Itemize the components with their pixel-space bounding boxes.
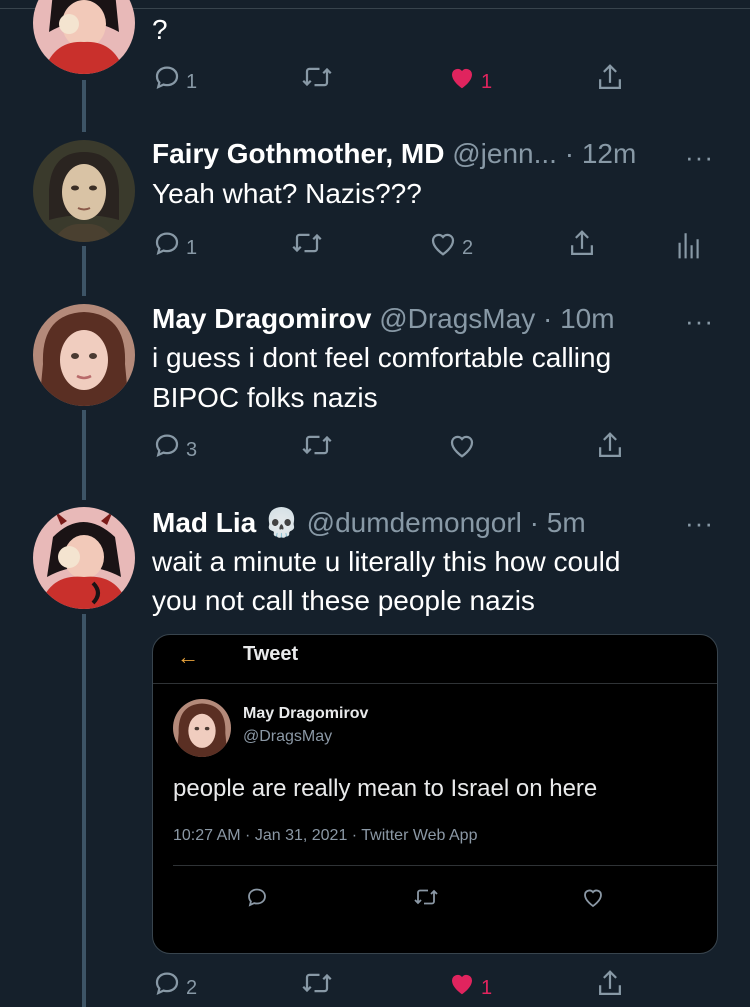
embedded-tweet-text: people are really mean to Israel on here — [173, 775, 598, 802]
embedded-header-bar: ← Tweet — [153, 635, 717, 684]
share-button[interactable] — [595, 968, 625, 1000]
more-icon[interactable]: ··· — [685, 142, 714, 173]
embedded-retweet-icon — [413, 885, 439, 914]
tweet-text-line-1: wait a minute u literally this how could — [152, 546, 621, 577]
reply-icon — [155, 434, 179, 457]
thread-line — [82, 246, 86, 296]
share-icon — [599, 970, 621, 995]
embedded-avatar — [173, 699, 231, 757]
handle-and-time[interactable]: @dumdemongorl · 5m — [307, 507, 586, 538]
thread-line — [82, 410, 86, 500]
display-name[interactable]: May Dragomirov — [152, 303, 371, 334]
share-icon — [571, 230, 593, 255]
like-icon — [452, 68, 472, 89]
retweet-button[interactable] — [300, 62, 334, 92]
reply-count: 1 — [186, 237, 198, 259]
tweet-text-line-1: i guess i dont feel comfortable calling — [152, 342, 612, 373]
reply-button[interactable]: 1 — [152, 62, 197, 92]
embedded-screenshot[interactable]: ← Tweet May Dragomirov @DragsMay people … — [152, 634, 718, 954]
share-button[interactable] — [567, 228, 597, 260]
back-arrow-icon: ← — [177, 644, 199, 669]
like-count: 2 — [462, 237, 474, 259]
like-icon — [431, 233, 455, 256]
embedded-display-name: May Dragomirov — [243, 705, 369, 722]
retweet-button[interactable] — [300, 968, 334, 998]
retweet-button[interactable] — [290, 228, 324, 258]
thread-line — [82, 80, 86, 132]
embedded-reply-icon — [245, 885, 269, 914]
embedded-like-icon — [581, 885, 605, 914]
reply-icon — [155, 232, 179, 255]
retweet-icon — [302, 973, 332, 993]
like-button[interactable]: 2 — [428, 228, 473, 258]
tweet-header: Mad Lia 💀 @dumdemongorl · 5m — [152, 506, 586, 539]
thread-line — [82, 614, 86, 1007]
reply-button[interactable]: 1 — [152, 228, 197, 258]
like-button[interactable]: 1 — [447, 968, 492, 998]
retweet-icon — [302, 435, 332, 455]
reply-button[interactable]: 2 — [152, 968, 197, 998]
skull-emoji: 💀 — [264, 507, 299, 538]
avatar-fairy-gothmother[interactable] — [33, 140, 135, 242]
embedded-header-title: Tweet — [243, 643, 299, 665]
like-count: 1 — [481, 71, 493, 93]
share-icon — [599, 432, 621, 457]
share-button[interactable] — [595, 430, 625, 462]
tweet-text: Yeah what? Nazis??? — [152, 178, 422, 209]
tweet-header: Fairy Gothmother, MD @jenn... · 12m — [152, 138, 636, 170]
avatar-may-dragomirov[interactable] — [33, 304, 135, 406]
share-icon — [599, 64, 621, 89]
analytics-icon — [678, 233, 699, 259]
handle-and-time[interactable]: @jenn... · 12m — [452, 138, 636, 169]
display-name[interactable]: Fairy Gothmother, MD — [152, 138, 444, 169]
reply-button[interactable]: 3 — [152, 430, 197, 460]
embedded-handle: @DragsMay — [243, 728, 333, 745]
more-icon[interactable]: ··· — [685, 508, 714, 539]
reply-icon — [155, 66, 179, 89]
like-icon — [450, 435, 474, 458]
reply-count: 2 — [186, 977, 198, 999]
avatar-mad-lia[interactable] — [33, 507, 135, 609]
display-name[interactable]: Mad Lia — [152, 507, 256, 538]
retweet-icon — [292, 233, 322, 253]
retweet-icon — [302, 67, 332, 87]
more-icon[interactable]: ··· — [685, 306, 714, 337]
handle-and-time[interactable]: @DragsMay · 10m — [379, 303, 614, 334]
like-icon — [452, 974, 472, 995]
reply-count: 3 — [186, 439, 198, 461]
tweet-text: ? — [152, 14, 168, 45]
like-button[interactable] — [447, 430, 477, 460]
tweet-text-line-2: you not call these people nazis — [152, 585, 535, 616]
embedded-timestamp: 10:27 AM · Jan 31, 2021 · Twitter Web Ap… — [173, 827, 478, 844]
share-button[interactable] — [595, 62, 625, 94]
reply-count: 1 — [186, 71, 198, 93]
reply-icon — [155, 972, 179, 995]
tweet-text-line-2: BIPOC folks nazis — [152, 382, 378, 413]
analytics-button[interactable] — [676, 228, 700, 260]
embedded-divider — [173, 865, 717, 866]
avatar-mad-lia[interactable] — [33, 0, 135, 74]
like-button[interactable]: 1 — [447, 62, 492, 92]
tweet-header: May Dragomirov @DragsMay · 10m — [152, 303, 615, 335]
retweet-button[interactable] — [300, 430, 334, 460]
like-count: 1 — [481, 977, 493, 999]
